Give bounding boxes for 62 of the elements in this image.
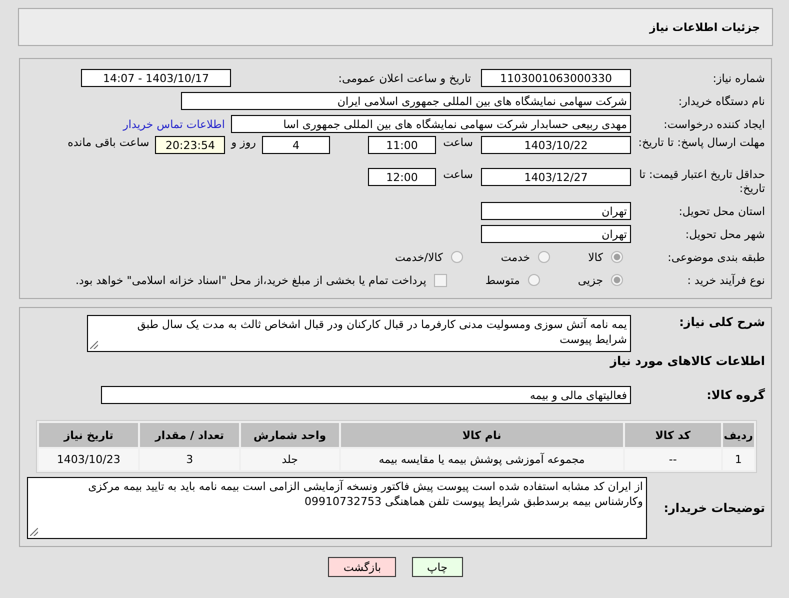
table-cell: مجموعه آموزشی پوشش بیمه یا مقایسه بیمه <box>340 449 623 470</box>
field-label: ایجاد کننده درخواست: <box>662 118 766 130</box>
requester-field: مهدی ربیعی حسابدار شرکت سهامی نمایشگاه های بین المللی جمهوری اسا <box>231 115 631 133</box>
validity-date-field: 1403/12/27 <box>481 168 631 186</box>
option-label: جزیی <box>578 274 603 286</box>
column-header: نام کالا <box>340 423 623 447</box>
table-cell: 1403/10/23 <box>39 449 138 470</box>
field-label: شهر محل تحویل: <box>684 228 766 240</box>
time-label: ساعت <box>442 136 474 149</box>
field-label: استان محل تحویل: <box>678 204 766 218</box>
column-header: تاریخ نیاز <box>39 423 138 447</box>
remaining-time-field: 20:23:54 <box>155 136 226 154</box>
table-cell: 3 <box>140 449 239 470</box>
table-cell: جلد <box>240 449 339 470</box>
field-label: تاریخ و ساعت اعلان عمومی: <box>337 72 472 84</box>
radio-button[interactable] <box>538 251 550 263</box>
table-cell: -- <box>624 449 721 470</box>
field-label: گروه کالا: <box>706 388 766 402</box>
field-label: نوع فرآیند خرید : <box>686 274 766 286</box>
page-title: جزئیات اطلاعات نیاز <box>650 20 760 34</box>
column-header: ردیف <box>722 423 754 447</box>
field-label: طبقه بندی موضوعی: <box>666 250 766 264</box>
province-field: تهران <box>481 202 631 220</box>
buyer-notes-field: از ایران کد مشابه استفاده شده است پیوست پیش فاکتور ونسخه آزمایشی الزامی است بیمه نامه باید به تایید بیمه مرکزی وکارشناس بیمه برسدطبق شرایط پیوست تلفن هماهنگی 09910732753 <box>27 477 647 539</box>
radio-button[interactable] <box>611 251 623 263</box>
goods-group-field: فعالیتهای مالی و بیمه <box>101 386 631 404</box>
deadline-time-field: 11:00 <box>368 136 436 154</box>
description-field: یمه نامه آتش سوزی ومسولیت مدنی کارفرما در قبال کارکنان ودر قبال اشخاص ثالث به مدت یک سال طبق شرایط پیوست <box>87 315 631 352</box>
time-label: ساعت <box>442 168 474 181</box>
buyer-contact-link[interactable]: اطلاعات تماس خریدار <box>123 118 225 130</box>
option-label: کالا/خدمت <box>395 250 443 264</box>
field-label: مهلت ارسال پاسخ: تا تاریخ: <box>637 136 766 150</box>
buyer-org-field: شرکت سهامی نمایشگاه های بین المللی جمهوری اسلامی ایران <box>181 92 631 110</box>
validity-time-field: 12:00 <box>368 168 436 186</box>
option-label: پرداخت تمام یا بخشی از مبلغ خرید،از محل "اسناد خزانه اسلامی" خواهد بود. <box>76 274 426 286</box>
option-label: خدمت <box>500 250 530 264</box>
resize-grip-icon[interactable] <box>30 528 38 536</box>
days-field: 4 <box>262 136 330 154</box>
print-button[interactable]: چاپ <box>412 557 463 577</box>
column-header: واحد شمارش <box>240 423 339 447</box>
field-label: حداقل تاریخ اعتبار قیمت: تا تاریخ: <box>638 168 766 196</box>
resize-grip-icon[interactable] <box>90 341 98 349</box>
days-label: روز و <box>230 136 257 149</box>
radio-button[interactable] <box>450 251 463 263</box>
deadline-date-field: 1403/10/22 <box>481 136 631 154</box>
option-label: متوسط <box>485 274 520 286</box>
remaining-label: ساعت باقی مانده <box>66 136 150 149</box>
back-button[interactable]: بازگشت <box>328 557 396 577</box>
column-header: تعداد / مقدار <box>140 423 239 447</box>
radio-button[interactable] <box>611 274 623 286</box>
table-cell: 1 <box>722 449 754 470</box>
checkbox[interactable] <box>434 274 448 286</box>
field-label: نام دستگاه خریدار: <box>677 94 766 108</box>
option-label: کالا <box>588 250 603 264</box>
announce-date-field: 1403/10/17 - 14:07 <box>81 69 231 87</box>
radio-button[interactable] <box>528 274 540 286</box>
field-label: شرح کلی نیاز: <box>678 315 766 329</box>
column-header: کد کالا <box>624 423 721 447</box>
field-label: شماره نیاز: <box>712 72 766 84</box>
section-heading: اطلاعات کالاهای مورد نیاز <box>608 354 766 368</box>
city-field: تهران <box>481 225 631 243</box>
need-number-field: 1103001063000330 <box>481 69 631 87</box>
